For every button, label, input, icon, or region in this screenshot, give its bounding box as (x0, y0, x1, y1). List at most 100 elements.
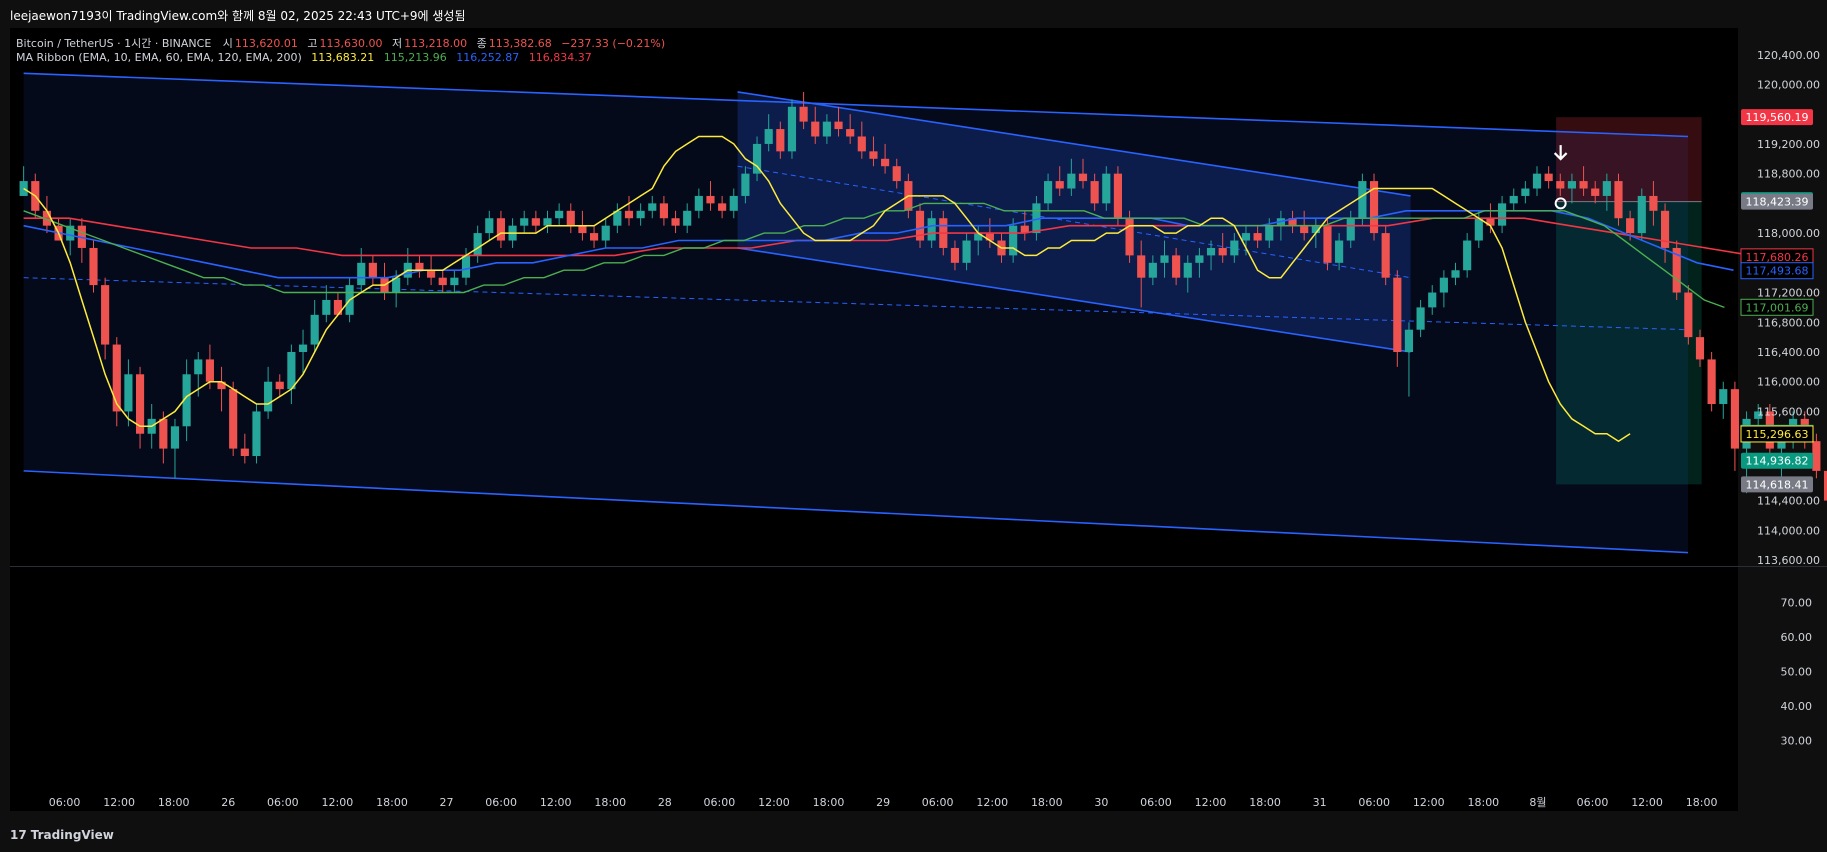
x-tick-label: 06:00 (922, 796, 954, 809)
symbol-label[interactable]: Bitcoin / TetherUS · 1시간 · BINANCE (16, 37, 211, 50)
candle-body (892, 166, 901, 182)
x-tick-label: 18:00 (1031, 796, 1063, 809)
candle-body (1498, 203, 1507, 226)
candle-body (1137, 255, 1146, 278)
candle-body (1241, 233, 1251, 241)
ribbon-value-ema10: 113,683.21 (311, 51, 375, 64)
candle-body (1439, 277, 1448, 293)
high-value: 113,630.00 (319, 37, 383, 50)
x-tick-label: 31 (1313, 796, 1327, 809)
candle-body (438, 277, 447, 286)
candle-body (1532, 173, 1542, 189)
candle-body (1300, 225, 1309, 234)
candle-body (415, 262, 424, 271)
x-tick-label: 8월 (1529, 796, 1546, 809)
y-tick-label: 117,200.00 (1757, 287, 1820, 300)
ribbon-name[interactable]: MA Ribbon (EMA, 10, EMA, 60, EMA, 120, E… (16, 51, 302, 64)
price-tag-label: 115,296.63 (1746, 428, 1809, 441)
candle-body (1509, 195, 1518, 204)
candle-body (1428, 292, 1437, 308)
x-tick-label: 18:00 (1467, 796, 1499, 809)
price-chart[interactable]: 120,400.00 120,000.00 119,200.00 118,800.00… (0, 28, 1827, 818)
candle-body (950, 247, 960, 263)
x-tick-label: 12:00 (540, 796, 572, 809)
candle-body (764, 129, 773, 144)
candle-body (927, 218, 936, 241)
candle-body (1323, 225, 1332, 263)
candle-body (264, 381, 273, 412)
candle-body (729, 195, 738, 211)
candle-body (1195, 255, 1204, 263)
x-tick-label: 06:00 (704, 796, 736, 809)
candle-body (578, 225, 587, 234)
x-tick-label: 26 (221, 796, 235, 809)
ribbon-value-ema120: 116,252.87 (456, 51, 520, 64)
price-tag: 114,618.41 (1741, 476, 1813, 493)
candle-body (566, 210, 575, 226)
candle-body (846, 129, 855, 137)
candle-body (1206, 247, 1216, 256)
high-label: 고 (307, 37, 318, 50)
price-tag: 114,936.82 (1741, 452, 1813, 469)
candle-body (776, 129, 785, 152)
candle-body (1265, 225, 1274, 241)
candle-body (659, 203, 668, 219)
candle-body (427, 270, 436, 278)
candle-body (275, 381, 284, 390)
price-tag-label: 117,001.69 (1746, 301, 1809, 314)
candle-body (1160, 255, 1169, 263)
x-tick-label: 06:00 (49, 796, 81, 809)
candle-body (1043, 181, 1053, 204)
candle-body (1695, 337, 1705, 360)
ribbon-value-ema60: 115,213.96 (383, 51, 447, 64)
x-tick-label: 12:00 (1631, 796, 1663, 809)
close-value: 113,382.68 (488, 37, 552, 50)
candle-body (1544, 173, 1553, 182)
candle-body (543, 218, 552, 226)
price-tag-label: 118,423.39 (1746, 196, 1809, 209)
candle-body (520, 218, 529, 226)
candle-body (1218, 247, 1227, 256)
x-tick-label: 06:00 (1577, 796, 1609, 809)
tradingview-logo-icon: 17 (10, 828, 27, 842)
open-value: 113,620.01 (234, 37, 298, 50)
x-tick-label: 12:00 (322, 796, 354, 809)
candle-body (205, 359, 214, 382)
x-tick-label: 29 (876, 796, 890, 809)
x-tick-label: 28 (658, 796, 672, 809)
price-tag-label: 117,680.26 (1746, 251, 1809, 264)
candle-body (287, 351, 296, 390)
price-tag: 115,296.63 (1740, 425, 1814, 443)
candle-body (1358, 181, 1367, 219)
x-tick-label: 06:00 (1358, 796, 1390, 809)
candle-body (368, 262, 377, 278)
outer-channel-fill (23, 73, 1688, 553)
tradingview-logo[interactable]: 17 TradingView (10, 828, 114, 842)
x-tick-label: 12:00 (1195, 796, 1227, 809)
x-tick-label: 12:00 (1413, 796, 1445, 809)
x-tick-label: 27 (440, 796, 454, 809)
candle-body (1614, 181, 1623, 219)
candle-body (112, 344, 121, 412)
ohlc-legend: Bitcoin / TetherUS · 1시간 · BINANCE 시 113,… (16, 35, 667, 51)
candle-body (1521, 188, 1530, 196)
candle-body (473, 233, 482, 256)
candle-body (1649, 195, 1658, 211)
x-tick-label: 18:00 (813, 796, 845, 809)
candle-body (461, 255, 471, 278)
x-tick-label: 18:00 (376, 796, 408, 809)
oscillator-tick-label: 40.00 (1781, 700, 1813, 713)
x-tick-label: 18:00 (594, 796, 626, 809)
open-label: 시 (222, 37, 233, 50)
candle-body (1684, 292, 1693, 338)
candle-body (1078, 173, 1088, 182)
price-tag: 119,560.19 (1741, 109, 1813, 126)
created-by-text: leejaewon7193이 TradingView.com와 함께 8월 02… (10, 9, 466, 23)
low-label: 저 (392, 37, 403, 50)
candle-body (1102, 173, 1111, 204)
y-tick-label: 118,000.00 (1757, 227, 1820, 240)
candle-body (1055, 181, 1064, 189)
candle-body (555, 210, 564, 219)
candle-body (124, 374, 133, 412)
candle-body (1579, 181, 1588, 189)
